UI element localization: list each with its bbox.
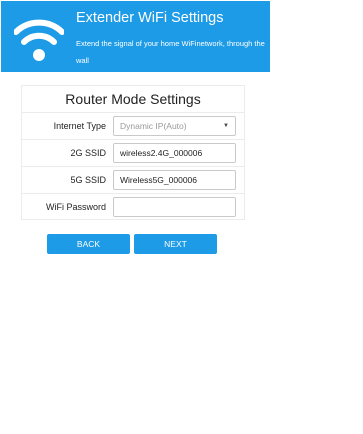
ssid-2g-label: 2G SSID xyxy=(70,148,106,158)
dropdown-arrow-icon: ▼ xyxy=(223,123,229,129)
ssid-2g-row: 2G SSID xyxy=(22,140,244,167)
ssid-5g-input[interactable] xyxy=(113,170,236,190)
ssid-5g-row: 5G SSID xyxy=(22,167,244,194)
ssid-2g-input[interactable] xyxy=(113,143,236,163)
header-banner: Extender WiFi Settings Extend the signal… xyxy=(1,1,270,72)
internet-type-value: Dynamic IP(Auto) xyxy=(120,121,187,131)
wifi-password-row: WiFi Password xyxy=(22,194,244,221)
back-button[interactable]: BACK xyxy=(47,234,130,254)
header-subtitle: Extend the signal of your home WiFinetwo… xyxy=(76,39,265,65)
router-mode-panel: Router Mode Settings Internet Type Dynam… xyxy=(21,85,245,220)
next-button[interactable]: NEXT xyxy=(134,234,217,254)
wifi-icon xyxy=(14,19,64,61)
header-title: Extender WiFi Settings xyxy=(76,10,224,26)
wifi-password-input[interactable] xyxy=(113,197,236,217)
internet-type-select[interactable]: Dynamic IP(Auto) ▼ xyxy=(113,116,236,136)
ssid-5g-label: 5G SSID xyxy=(70,175,106,185)
internet-type-row: Internet Type Dynamic IP(Auto) ▼ xyxy=(22,113,244,140)
panel-title: Router Mode Settings xyxy=(22,86,244,113)
wifi-password-label: WiFi Password xyxy=(45,202,106,212)
internet-type-label: Internet Type xyxy=(53,121,106,131)
